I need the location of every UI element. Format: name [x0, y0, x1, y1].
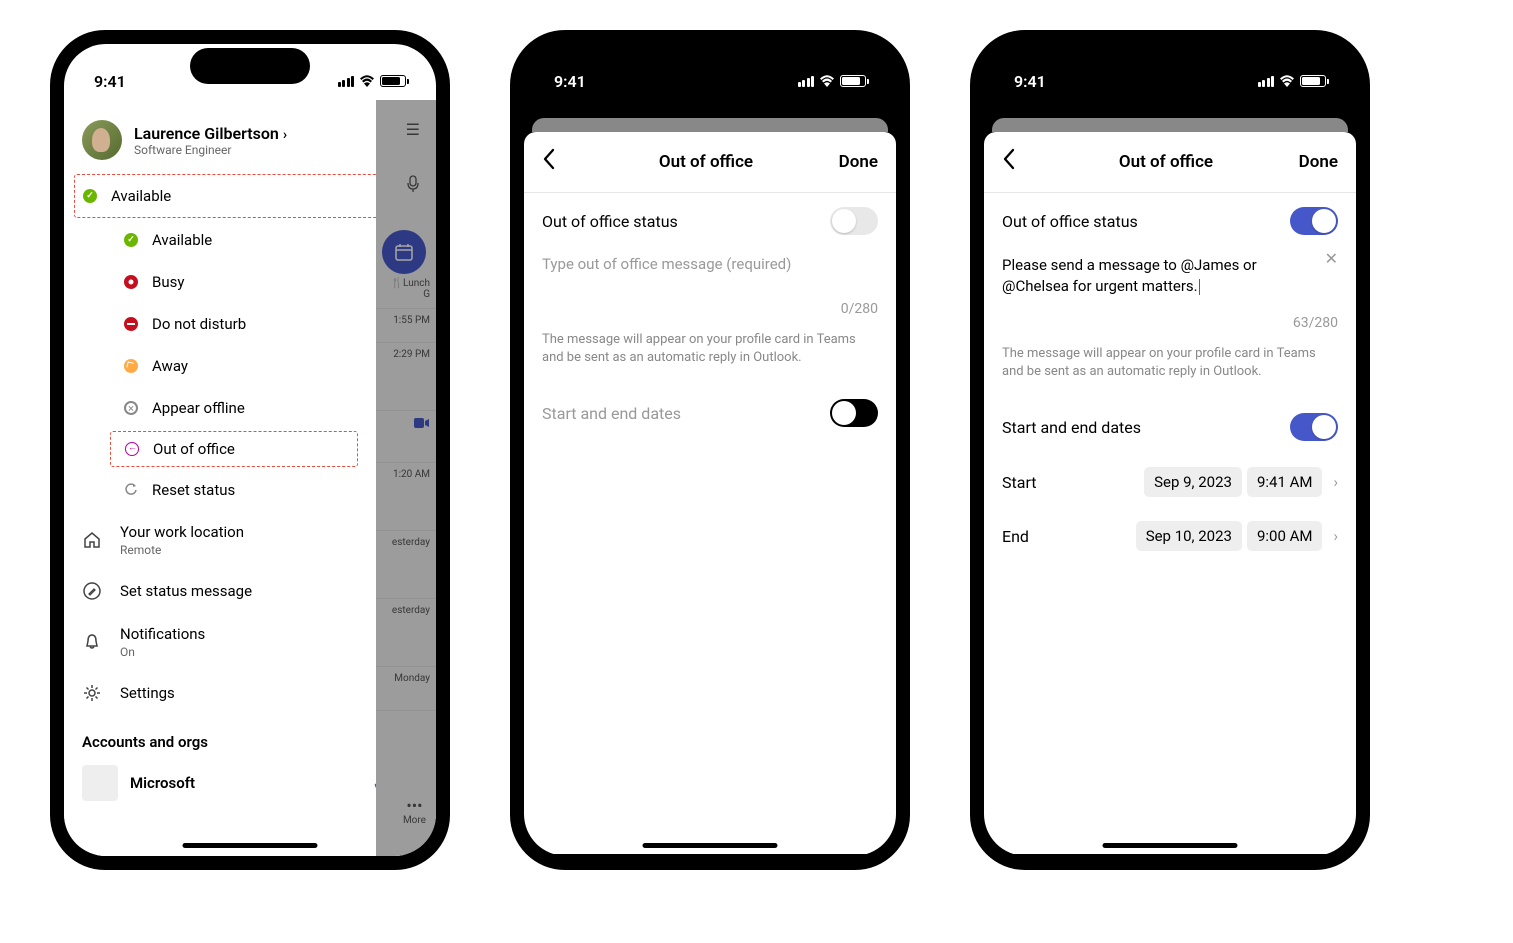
done-button[interactable]: Done — [1299, 152, 1338, 172]
status-option-reset[interactable]: Reset status — [124, 469, 388, 511]
chevron-right-icon: › — [1333, 527, 1338, 545]
sheet-backdrop — [524, 94, 896, 132]
battery-icon — [1300, 75, 1326, 87]
org-row[interactable]: Microsoft ✓ — [64, 759, 404, 807]
home-indicator[interactable] — [183, 843, 318, 848]
profile-drawer: Laurence Gilbertson › Software Engineer … — [64, 100, 404, 856]
sheet-backdrop — [984, 94, 1356, 132]
profile-name: Laurence Gilbertson › — [134, 124, 287, 143]
home-indicator[interactable] — [643, 843, 778, 848]
cellular-icon — [338, 76, 355, 87]
clock: 9:41 — [94, 72, 126, 91]
battery-icon — [380, 75, 406, 87]
start-date-row: Start Sep 9, 2023 9:41 AM › — [984, 455, 1356, 509]
busy-icon — [124, 275, 138, 289]
clock: 9:41 — [1014, 72, 1046, 91]
profile-header[interactable]: Laurence Gilbertson › Software Engineer — [64, 116, 404, 174]
out-of-office-icon — [125, 442, 139, 456]
set-status-message-row[interactable]: Set status message — [64, 569, 404, 613]
dynamic-island — [190, 48, 310, 84]
edit-icon — [82, 581, 102, 601]
sheet-title: Out of office — [659, 152, 753, 172]
clock: 9:41 — [554, 72, 586, 91]
ooo-hint: The message will appear on your profile … — [524, 321, 896, 385]
status-option-available[interactable]: Available ✓ — [124, 218, 388, 261]
ooo-status-label: Out of office status — [542, 212, 678, 231]
text-cursor — [1199, 279, 1201, 295]
dnd-icon — [124, 317, 138, 331]
dates-toggle[interactable] — [1290, 413, 1338, 441]
ooo-status-toggle[interactable] — [1290, 207, 1338, 235]
cellular-icon — [798, 76, 815, 87]
current-status-label: Available — [111, 187, 171, 205]
avatar — [82, 120, 122, 160]
ooo-status-label: Out of office status — [1002, 212, 1138, 231]
done-button[interactable]: Done — [839, 152, 878, 172]
settings-row[interactable]: Settings — [64, 671, 404, 715]
char-counter: 63/280 — [984, 311, 1356, 335]
work-location-row[interactable]: Your work locationRemote — [64, 511, 404, 569]
end-label: End — [1002, 527, 1029, 546]
profile-title: Software Engineer — [134, 143, 287, 157]
background-chat-list: ☰ 🍴Lunch G 1:55 PM 2:29 PM 1:20 AM ester… — [376, 100, 436, 856]
wifi-icon — [819, 75, 835, 87]
phone-frame-1: 9:41 ☰ 🍴Lunch G 1:55 PM 2:29 PM 1:20 AM … — [50, 30, 450, 870]
away-icon — [124, 359, 138, 373]
dates-label: Start and end dates — [1002, 418, 1141, 437]
sheet-title: Out of office — [1119, 152, 1213, 172]
phone-frame-3: 9:41 Out of office Done Out of office st… — [970, 30, 1370, 870]
dynamic-island — [1110, 48, 1230, 84]
reset-icon — [124, 483, 138, 497]
back-button[interactable] — [1002, 148, 1042, 176]
status-option-dnd[interactable]: Do not disturb — [124, 303, 388, 345]
end-time-picker[interactable]: 9:00 AM — [1247, 521, 1323, 551]
battery-icon — [840, 75, 866, 87]
ooo-hint: The message will appear on your profile … — [984, 335, 1356, 399]
dates-toggle[interactable] — [830, 399, 878, 427]
notifications-row[interactable]: NotificationsOn — [64, 613, 404, 671]
dates-label: Start and end dates — [542, 404, 681, 423]
offline-icon — [124, 401, 138, 415]
start-time-picker[interactable]: 9:41 AM — [1247, 467, 1323, 497]
accounts-section-title: Accounts and orgs — [64, 715, 404, 759]
wifi-icon — [1279, 75, 1295, 87]
end-date-row: End Sep 10, 2023 9:00 AM › — [984, 509, 1356, 563]
chevron-right-icon: › — [1333, 473, 1338, 491]
char-counter: 0/280 — [524, 297, 896, 321]
gear-icon — [82, 683, 102, 703]
current-status-row[interactable]: Available — [75, 177, 393, 215]
ooo-sheet: Out of office Done Out of office status … — [524, 132, 896, 854]
clear-message-button[interactable]: ✕ — [1307, 249, 1356, 268]
wifi-icon — [359, 75, 375, 87]
status-option-offline[interactable]: Appear offline — [124, 387, 388, 429]
current-status-highlight: Available — [74, 174, 394, 218]
back-button[interactable] — [542, 148, 582, 176]
status-option-away[interactable]: Away — [124, 345, 388, 387]
start-date-picker[interactable]: Sep 9, 2023 — [1144, 467, 1242, 497]
home-indicator[interactable] — [1103, 843, 1238, 848]
phone-frame-2: 9:41 Out of office Done Out of office st… — [510, 30, 910, 870]
cellular-icon — [1258, 76, 1275, 87]
chevron-right-icon: › — [283, 127, 287, 143]
status-option-busy[interactable]: Busy — [124, 261, 388, 303]
dynamic-island — [650, 48, 770, 84]
org-logo — [82, 765, 118, 801]
start-label: Start — [1002, 473, 1036, 492]
ooo-status-toggle[interactable] — [830, 207, 878, 235]
available-icon — [124, 233, 138, 247]
end-date-picker[interactable]: Sep 10, 2023 — [1136, 521, 1242, 551]
home-icon — [82, 530, 102, 550]
available-icon — [83, 189, 97, 203]
ooo-sheet: Out of office Done Out of office status … — [984, 132, 1356, 854]
ooo-message-input[interactable]: Please send a message to @James or @Chel… — [984, 249, 1307, 311]
ooo-message-input[interactable]: Type out of office message (required) — [524, 249, 896, 297]
status-option-ooo[interactable]: Out of office — [110, 431, 358, 467]
bell-icon — [82, 632, 102, 652]
